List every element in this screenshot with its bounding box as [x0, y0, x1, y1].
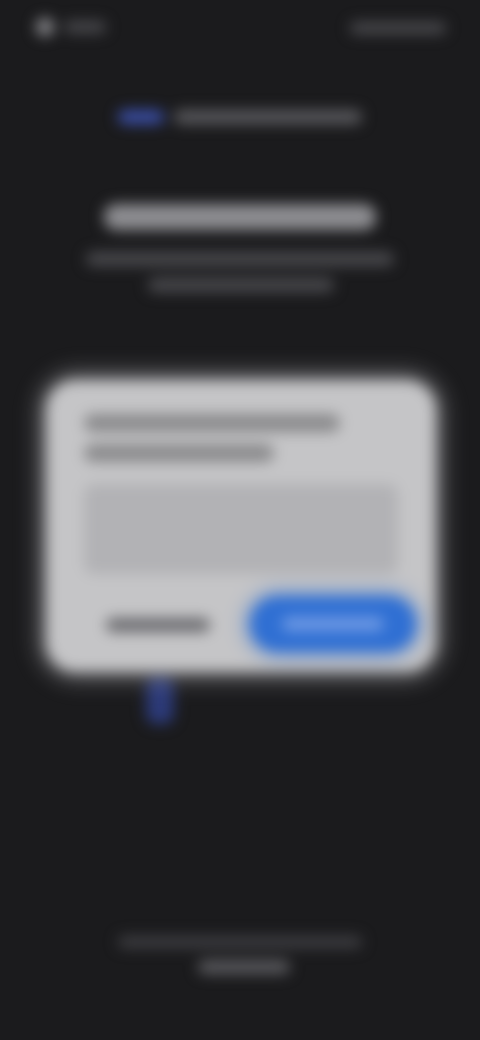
status-time-placeholder [64, 21, 106, 33]
dialog-primary-button[interactable] [250, 596, 416, 652]
secondary-button-label [106, 618, 210, 632]
app-screen [0, 0, 480, 1040]
brand-name-placeholder [174, 110, 362, 124]
background-accent [146, 678, 174, 724]
status-icons-placeholder [350, 22, 446, 34]
primary-button-label [282, 617, 384, 631]
status-left [36, 18, 106, 36]
page-title-placeholder [104, 204, 376, 230]
dialog-title-line-2 [84, 444, 274, 462]
dialog-title-line-1 [84, 414, 340, 432]
page-subtitle-line-1 [86, 252, 394, 266]
status-bar [0, 0, 480, 56]
modal-dialog [46, 380, 436, 672]
page-subtitle-line-2 [148, 278, 334, 292]
blurred-content [0, 0, 480, 1040]
footer-text-placeholder [118, 936, 362, 948]
dialog-secondary-button[interactable] [78, 600, 238, 650]
brand-logo-icon [118, 110, 164, 124]
brand-header [118, 102, 362, 132]
status-indicator-icon [36, 18, 54, 36]
dialog-body-text [84, 484, 398, 574]
footer-link[interactable] [198, 960, 290, 974]
